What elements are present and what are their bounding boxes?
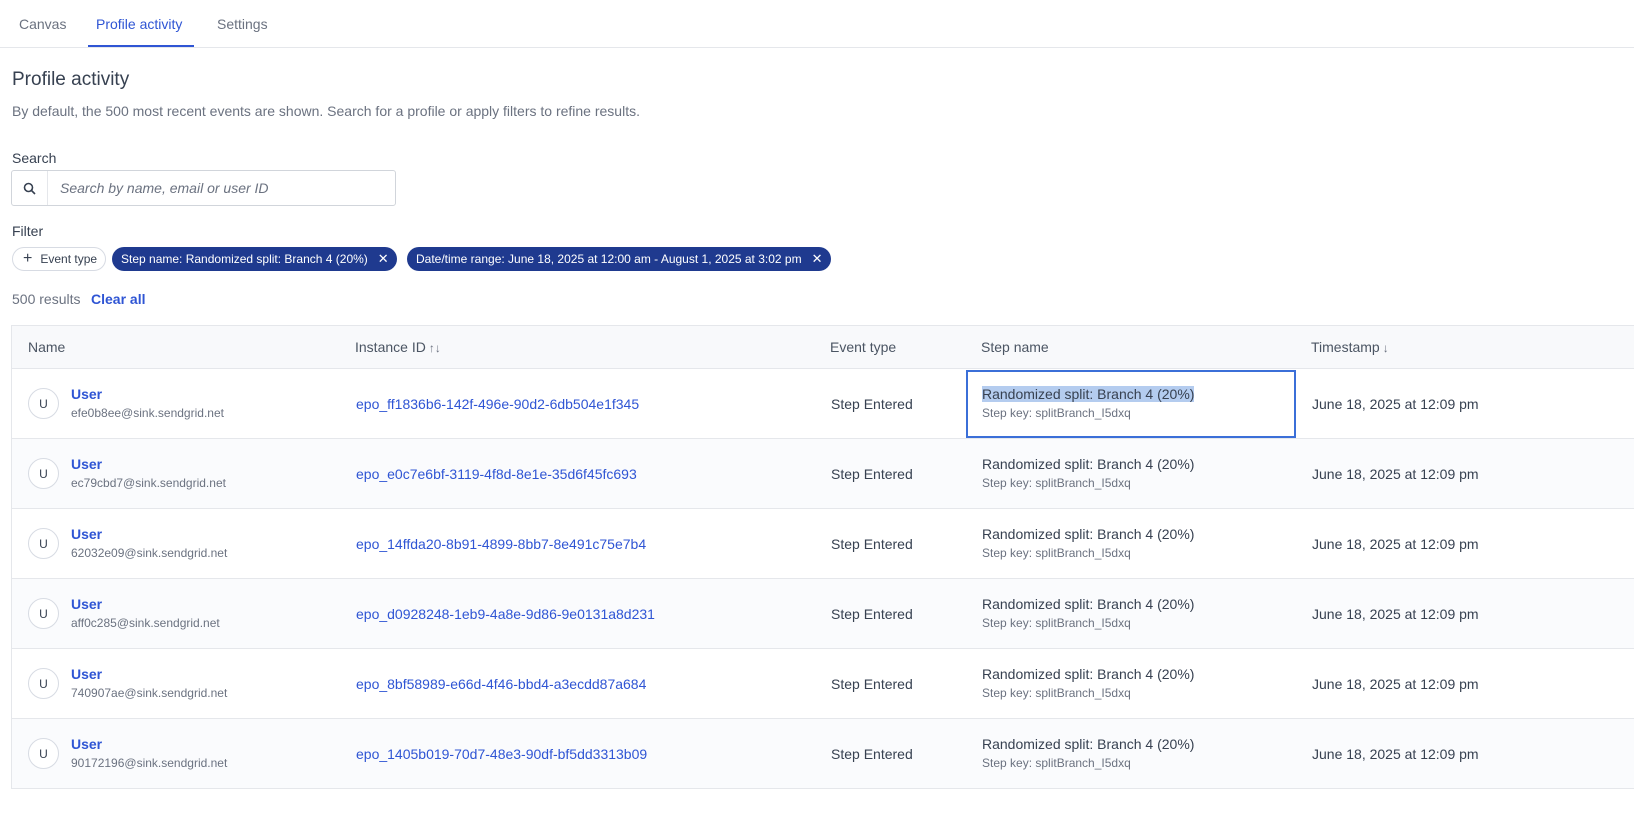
page-description: By default, the 500 most recent events a… (12, 103, 640, 119)
step-name-cell[interactable]: Randomized split: Branch 4 (20%) Step ke… (966, 510, 1296, 578)
step-key: Step key: splitBranch_I5dxq (982, 476, 1131, 490)
step-key: Step key: splitBranch_I5dxq (982, 756, 1131, 770)
tab-bar: Canvas Profile activity Settings (0, 0, 1634, 48)
tab-settings[interactable]: Settings (217, 16, 268, 32)
user-email: 90172196@sink.sendgrid.net (71, 756, 228, 770)
avatar: U (28, 388, 59, 419)
event-type: Step Entered (831, 396, 913, 412)
table-row: U User 740907ae@sink.sendgrid.net epo_8b… (12, 649, 1634, 719)
step-name-cell[interactable]: Randomized split: Branch 4 (20%) Step ke… (966, 370, 1296, 438)
event-type: Step Entered (831, 466, 913, 482)
step-key: Step key: splitBranch_I5dxq (982, 686, 1131, 700)
timestamp: June 18, 2025 at 12:09 pm (1312, 676, 1479, 692)
user-name-link[interactable]: User (71, 596, 102, 612)
clear-all-button[interactable]: Clear all (91, 291, 145, 307)
table-row: U User ec79cbd7@sink.sendgrid.net epo_e0… (12, 439, 1634, 509)
filter-label: Filter (12, 223, 44, 239)
active-tab-indicator (88, 45, 194, 47)
search-label: Search (12, 150, 57, 166)
search-icon (12, 171, 48, 205)
avatar: U (28, 738, 59, 769)
add-filter-label: Event type (40, 252, 98, 266)
activity-table: Name Instance ID ↑↓ Event type Step name … (11, 325, 1634, 789)
user-email: ec79cbd7@sink.sendgrid.net (71, 476, 226, 490)
column-header-step-name: Step name (981, 339, 1049, 355)
event-type: Step Entered (831, 746, 913, 762)
column-header-label: Instance ID (355, 339, 426, 355)
search-field (11, 170, 396, 206)
table-row: U User efe0b8ee@sink.sendgrid.net epo_ff… (12, 369, 1634, 439)
column-header-instance-id[interactable]: Instance ID ↑↓ (355, 339, 441, 355)
close-icon[interactable]: ✕ (378, 251, 389, 267)
step-name: Randomized split: Branch 4 (20%) (982, 666, 1195, 682)
step-name-cell[interactable]: Randomized split: Branch 4 (20%) Step ke… (966, 580, 1296, 648)
column-header-event-type: Event type (830, 339, 897, 355)
plus-icon: + (23, 250, 33, 267)
avatar: U (28, 528, 59, 559)
page-title: Profile activity (12, 69, 130, 90)
instance-id-link[interactable]: epo_d0928248-1eb9-4a8e-9d86-9e0131a8d231 (356, 606, 655, 622)
table-row: U User aff0c285@sink.sendgrid.net epo_d0… (12, 579, 1634, 649)
tab-canvas[interactable]: Canvas (19, 16, 66, 32)
column-header-label: Timestamp (1311, 339, 1380, 355)
user-email: aff0c285@sink.sendgrid.net (71, 616, 220, 630)
timestamp: June 18, 2025 at 12:09 pm (1312, 466, 1479, 482)
user-name-link[interactable]: User (71, 386, 102, 402)
user-name-link[interactable]: User (71, 526, 102, 542)
add-event-type-filter-button[interactable]: + Event type (12, 247, 107, 271)
filter-chip-date-range: Date/time range: June 18, 2025 at 12:00 … (407, 247, 831, 271)
filter-chip-label: Date/time range: June 18, 2025 at 12:00 … (416, 252, 802, 266)
step-name: Randomized split: Branch 4 (20%) (982, 456, 1195, 472)
table-header: Name Instance ID ↑↓ Event type Step name … (12, 326, 1634, 369)
instance-id-link[interactable]: epo_1405b019-70d7-48e3-90df-bf5dd3313b09 (356, 746, 647, 762)
timestamp: June 18, 2025 at 12:09 pm (1312, 606, 1479, 622)
table-row: U User 62032e09@sink.sendgrid.net epo_14… (12, 509, 1634, 579)
avatar: U (28, 458, 59, 489)
avatar: U (28, 668, 59, 699)
column-header-name: Name (28, 339, 66, 355)
sort-descending-icon: ↓ (1382, 341, 1389, 355)
user-name-link[interactable]: User (71, 736, 102, 752)
step-name: Randomized split: Branch 4 (20%) (982, 386, 1195, 402)
instance-id-link[interactable]: epo_e0c7e6bf-3119-4f8d-8e1e-35d6f45fc693 (356, 466, 637, 482)
column-header-timestamp[interactable]: Timestamp ↓ (1311, 339, 1389, 355)
close-icon[interactable]: ✕ (812, 251, 823, 267)
event-type: Step Entered (831, 676, 913, 692)
step-name-cell[interactable]: Randomized split: Branch 4 (20%) Step ke… (966, 720, 1296, 788)
step-key: Step key: splitBranch_I5dxq (982, 406, 1131, 420)
instance-id-link[interactable]: epo_8bf58989-e66d-4f46-bbd4-a3ecdd87a684 (356, 676, 646, 692)
tab-profile-activity[interactable]: Profile activity (96, 16, 182, 32)
timestamp: June 18, 2025 at 12:09 pm (1312, 746, 1479, 762)
filter-chip-step-name: Step name: Randomized split: Branch 4 (2… (112, 247, 397, 271)
step-key: Step key: splitBranch_I5dxq (982, 616, 1131, 630)
instance-id-link[interactable]: epo_ff1836b6-142f-496e-90d2-6db504e1f345 (356, 396, 639, 412)
step-name: Randomized split: Branch 4 (20%) (982, 736, 1195, 752)
user-name-link[interactable]: User (71, 456, 102, 472)
user-email: 740907ae@sink.sendgrid.net (71, 686, 228, 700)
avatar: U (28, 598, 59, 629)
instance-id-link[interactable]: epo_14ffda20-8b91-4899-8bb7-8e491c75e7b4 (356, 536, 646, 552)
step-name: Randomized split: Branch 4 (20%) (982, 526, 1195, 542)
step-name: Randomized split: Branch 4 (20%) (982, 596, 1195, 612)
filter-chip-label: Step name: Randomized split: Branch 4 (2… (121, 252, 368, 266)
step-name-cell[interactable]: Randomized split: Branch 4 (20%) Step ke… (966, 650, 1296, 718)
user-email: 62032e09@sink.sendgrid.net (71, 546, 228, 560)
timestamp: June 18, 2025 at 12:09 pm (1312, 536, 1479, 552)
user-email: efe0b8ee@sink.sendgrid.net (71, 406, 224, 420)
results-count: 500 results (12, 291, 81, 307)
search-input[interactable] (48, 171, 395, 205)
sort-icon: ↑↓ (428, 341, 441, 355)
event-type: Step Entered (831, 606, 913, 622)
event-type: Step Entered (831, 536, 913, 552)
table-row: U User 90172196@sink.sendgrid.net epo_14… (12, 719, 1634, 789)
user-name-link[interactable]: User (71, 666, 102, 682)
step-name-cell[interactable]: Randomized split: Branch 4 (20%) Step ke… (966, 440, 1296, 508)
timestamp: June 18, 2025 at 12:09 pm (1312, 396, 1479, 412)
step-key: Step key: splitBranch_I5dxq (982, 546, 1131, 560)
